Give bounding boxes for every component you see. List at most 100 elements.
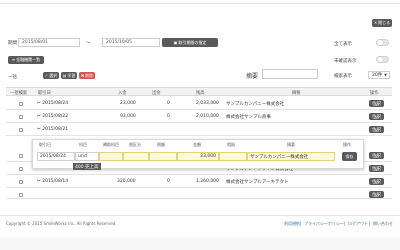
edit-button[interactable]: ✎ 仕訳 <box>369 178 384 185</box>
modal-save-button[interactable]: 保存 <box>342 152 357 161</box>
modal-offset-input[interactable] <box>219 152 247 161</box>
row-checkbox[interactable] <box>19 154 23 158</box>
footer-link-contact[interactable]: 問い合わせ <box>373 221 393 227</box>
row-checkbox[interactable] <box>19 180 23 184</box>
search-label: 摘要 <box>246 73 259 80</box>
footer-link-privacy[interactable]: プライバシーポリシー <box>304 221 344 227</box>
row-memo: 株式会社サンプルアーキテクト <box>226 180 289 185</box>
modal-tax-input[interactable] <box>149 152 177 161</box>
header-memo: 摘要 <box>292 91 301 96</box>
bank-list-button[interactable]: ≡ 金融機関一覧 <box>8 56 44 64</box>
row-balance: 1,260,000 <box>196 179 219 184</box>
bottom-bar <box>0 237 400 250</box>
unconfirmed-toggle[interactable] <box>376 56 389 63</box>
modal-header-tax-category: 税区分 <box>129 142 141 147</box>
modal-header-memo: 摘要 <box>287 142 295 147</box>
footer: Copyright © 2015 SmileWorks Inc. All Rig… <box>0 215 400 229</box>
row-balance: 2,010,000 <box>196 114 219 119</box>
row-checkbox[interactable] <box>19 102 23 106</box>
header-bulk: 一括検索 <box>10 91 28 96</box>
trash-icon: ✖ <box>80 73 85 78</box>
row-deposit: 23,000 <box>120 101 136 106</box>
row-withdrawal: 0 <box>167 101 170 106</box>
cut-icon: ✂ <box>37 101 41 106</box>
table-header: 一括検索 取引日 入金 出金 残高 摘要 操作 <box>6 87 392 96</box>
close-icon: ✕ <box>373 20 378 25</box>
cut-icon: ✂ <box>37 127 41 132</box>
table-row: ✂ 2015/08/24 23,000 0 2,033,000 サンプルカンパニ… <box>6 98 392 110</box>
top-bar <box>0 0 400 4</box>
header-withdrawal: 出金 <box>152 91 161 96</box>
chevron-down-icon: ▼ <box>384 73 387 77</box>
footer-separator: | <box>300 221 302 226</box>
modal-header-account: 科目 <box>79 142 87 147</box>
row-balance: 2,033,000 <box>196 101 219 106</box>
delete-button[interactable]: ✖ 削除 <box>79 72 95 79</box>
period-label: 期間 <box>8 41 17 46</box>
row-deposit: 93,000 <box>120 114 136 119</box>
show-all-label: 全て表示 <box>334 42 352 47</box>
edit-button[interactable]: ✎ 仕訳 <box>369 126 384 133</box>
bulk-label: 一括 <box>8 75 17 80</box>
cut-icon: ✂ <box>37 114 41 119</box>
modal-amount-input[interactable]: 23,000 <box>177 152 219 161</box>
copyright-text: Copyright © 2015 SmileWorks Inc. All Rig… <box>6 221 117 226</box>
unconfirmed-label: 未確認表示 <box>334 59 357 64</box>
modal-header-offset: 相殺 <box>227 142 235 147</box>
row-withdrawal: 0 <box>167 114 170 119</box>
row-date: ✂ 2015/08/24 <box>37 101 69 106</box>
edit-button[interactable]: ✎ 仕訳 <box>369 191 384 198</box>
count-label: 検索表示 <box>334 74 352 79</box>
header-actions: 操作 <box>370 91 379 96</box>
header-date: 取引日 <box>38 91 51 96</box>
row-memo: サンプルカンパニー株式会社 <box>226 102 285 107</box>
book-icon: ▤ <box>62 72 67 78</box>
edit-button[interactable]: ✎ 仕訳 <box>369 113 384 120</box>
show-all-toggle[interactable] <box>376 39 389 46</box>
modal-header-actions: 操作 <box>343 142 351 147</box>
date-from-input[interactable]: 2015/08/01 <box>18 38 80 47</box>
row-date: ✂ 2015/08/22 <box>37 114 69 119</box>
apply-period-button[interactable]: ▣ 取引期間の指定 <box>162 38 218 47</box>
footer-link-logout[interactable]: ログアウト <box>348 221 368 227</box>
table-row: ✎ 仕訳 <box>6 189 392 199</box>
row-checkbox[interactable] <box>19 167 23 171</box>
table-row: ✂ 2015/08/14 320,000 0 1,260,000 株式会社サンプ… <box>6 176 392 188</box>
account-suggestion[interactable]: 400 売上高 <box>73 163 101 170</box>
tilde-separator: 〜 <box>86 41 91 46</box>
calendar-icon: ▣ <box>173 39 178 45</box>
row-checkbox[interactable] <box>19 128 23 132</box>
row-date: ✂ 2015/08/21 <box>37 127 69 132</box>
modal-header-subaccount: 補助科目 <box>103 142 119 147</box>
header-deposit: 入金 <box>118 91 127 96</box>
modal-account-input[interactable]: urid <box>75 152 99 161</box>
edit-button[interactable]: ✎ 仕訳 <box>369 152 384 159</box>
modal-header-amount: 金額 <box>193 142 201 147</box>
row-checkbox[interactable] <box>19 193 23 197</box>
footer-link-terms[interactable]: 利用規約 <box>284 221 300 227</box>
bank-icon: ≡ <box>11 57 16 62</box>
edit-button[interactable]: ✎ 仕訳 <box>369 165 384 172</box>
row-checkbox[interactable] <box>19 115 23 119</box>
row-memo: 株式会社サンプル商事 <box>226 115 271 120</box>
close-button[interactable]: ✕ 閉じる <box>372 19 392 27</box>
row-withdrawal: 0 <box>167 179 170 184</box>
footer-separator: | <box>369 221 371 226</box>
modal-subaccount-input[interactable] <box>99 152 123 161</box>
row-deposit: 320,000 <box>117 179 136 184</box>
edit-button[interactable]: ✎ 仕訳 <box>369 100 384 107</box>
footer-separator: | <box>344 221 346 226</box>
modal-header-date: 取引日 <box>39 142 51 147</box>
table-row: ✂ 2015/08/22 93,000 0 2,010,000 株式会社サンプル… <box>6 111 392 123</box>
count-select[interactable]: 20件 ▼ <box>368 71 390 79</box>
header-balance: 残高 <box>196 91 205 96</box>
check-icon: ✓ <box>44 72 49 78</box>
date-to-input[interactable]: 2015/10/05 <box>102 38 160 47</box>
row-date: ✂ 2015/08/14 <box>37 179 69 184</box>
search-input[interactable] <box>262 69 318 79</box>
learn-button[interactable]: ▤ 学習 <box>61 72 77 79</box>
modal-memo-input[interactable]: サンプルカンパニー株式会社 <box>247 152 335 161</box>
select-button[interactable]: ✓ 選択 <box>43 72 59 79</box>
modal-date-input[interactable]: 2015/08/24 <box>37 152 75 161</box>
modal-tax-category-input[interactable] <box>123 152 149 161</box>
